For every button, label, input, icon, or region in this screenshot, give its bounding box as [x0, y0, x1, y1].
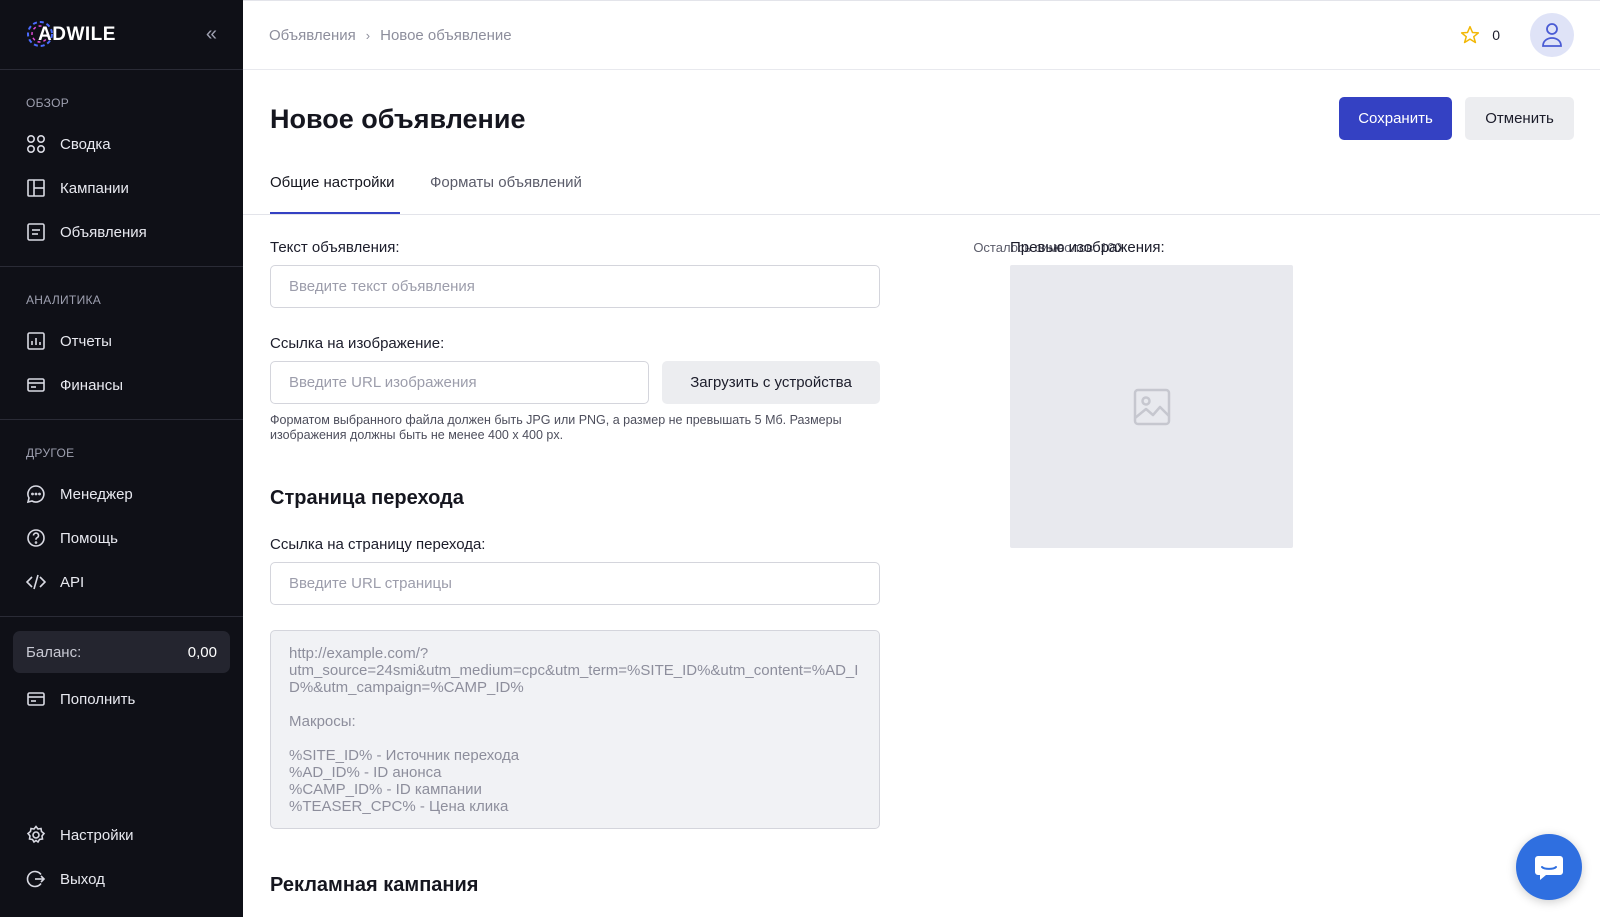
macros-textarea[interactable]: http://example.com/? utm_source=24smi&ut…: [270, 630, 880, 829]
image-url-input[interactable]: Введите URL изображения: [270, 361, 649, 404]
support-chat-button[interactable]: [1516, 834, 1582, 900]
ads-icon: [26, 222, 46, 242]
finance-icon: [26, 375, 46, 395]
sidebar-item-label: API: [60, 573, 85, 591]
chat-bubble-icon: [1535, 856, 1563, 880]
breadcrumb: Объявления › Новое объявление: [269, 27, 512, 44]
logout-icon: [26, 869, 46, 889]
sidebar-item-summary[interactable]: Сводка: [0, 122, 243, 166]
breadcrumb-item-current: Новое объявление: [380, 26, 512, 44]
sidebar-item-label: Кампании: [60, 179, 129, 197]
breadcrumb-item-ads[interactable]: Объявления: [269, 27, 356, 44]
section-title: АНАЛИТИКА: [26, 293, 102, 307]
ad-text-input[interactable]: Введите текст объявления: [270, 265, 880, 308]
cancel-button[interactable]: Отменить: [1465, 97, 1574, 140]
sidebar-item-help[interactable]: Помощь: [0, 516, 243, 560]
sidebar-item-label: Отчеты: [60, 332, 112, 350]
save-button[interactable]: Сохранить: [1339, 97, 1452, 140]
wallet-icon: [26, 689, 46, 709]
balance-box: Баланс: 0,00: [13, 631, 230, 673]
landing-url-label: Ссылка на страницу перехода:: [270, 536, 486, 553]
sidebar-item-ads[interactable]: Объявления: [0, 210, 243, 254]
sidebar-item-api[interactable]: API: [0, 560, 243, 604]
balance-value: 0,00: [187, 643, 217, 661]
brand-logo[interactable]: ADWILE: [26, 20, 116, 50]
sidebar-section-analytics: АНАЛИТИКА Отчеты Финансы: [0, 267, 243, 420]
topup-button[interactable]: Пополнить: [0, 677, 243, 721]
chat-icon: [26, 484, 46, 504]
sidebar-item-logout[interactable]: Выход: [0, 857, 243, 901]
image-format-note: Форматом выбранного файла должен быть JP…: [270, 413, 842, 442]
sidebar-section-other: ДРУГОЕ Менеджер Помощь API: [0, 420, 243, 617]
sidebar-item-manager[interactable]: Менеджер: [0, 472, 243, 516]
gear-icon: [26, 825, 46, 845]
image-preview: [1010, 265, 1293, 548]
help-icon: [26, 528, 46, 548]
campaigns-icon: [26, 178, 46, 198]
sidebar-item-label: Помощь: [60, 529, 118, 547]
campaign-heading: Рекламная кампания: [270, 874, 479, 896]
sidebar-item-reports[interactable]: Отчеты: [0, 319, 243, 363]
favorites-count: 0: [1492, 27, 1500, 43]
sidebar-item-finance[interactable]: Финансы: [0, 363, 243, 407]
image-link-label: Ссылка на изображение:: [270, 335, 445, 352]
sidebar-item-label: Настройки: [60, 826, 134, 844]
sidebar-item-label: Сводка: [60, 135, 111, 153]
collapse-sidebar-icon[interactable]: «: [206, 23, 217, 46]
sidebar-bottom: Настройки Выход: [0, 813, 243, 901]
topup-label: Пополнить: [60, 690, 136, 708]
sidebar-header: ADWILE «: [0, 0, 243, 70]
user-icon: [1542, 23, 1562, 47]
brand-name: ADWILE: [38, 23, 116, 45]
sidebar-item-campaigns[interactable]: Кампании: [0, 166, 243, 210]
sidebar-item-label: Объявления: [60, 223, 147, 241]
avatar[interactable]: [1530, 13, 1574, 57]
star-icon: [1461, 25, 1480, 44]
code-icon: [26, 572, 46, 592]
sidebar-section-overview: ОБЗОР Сводка Кампании Объявления: [0, 70, 243, 267]
upload-from-device-button[interactable]: Загрузить с устройства: [662, 361, 880, 404]
landing-url-input[interactable]: Введите URL страницы: [270, 562, 880, 605]
image-placeholder-icon: [1133, 388, 1170, 425]
chevron-right-icon: ›: [365, 27, 371, 43]
reports-icon: [26, 331, 46, 351]
landing-heading: Страница перехода: [270, 487, 464, 509]
top-header: Объявления › Новое объявление 0: [243, 0, 1600, 70]
dashboard-icon: [26, 134, 46, 154]
main-content: Новое объявление Сохранить Отменить Общи…: [243, 70, 1600, 917]
tab-general-settings[interactable]: Общие настройки: [270, 174, 400, 214]
sidebar-item-label: Менеджер: [60, 485, 133, 503]
section-title: ОБЗОР: [26, 96, 70, 110]
sidebar-item-label: Выход: [60, 870, 105, 888]
sidebar: ADWILE « ОБЗОР Сводка Кампании Объявлени…: [0, 0, 243, 917]
tabs: Общие настройки Форматы объявлений: [243, 168, 1600, 215]
sidebar-item-label: Финансы: [60, 376, 123, 394]
balance-label: Баланс:: [26, 643, 82, 661]
header-actions: 0: [1460, 13, 1574, 57]
page-title: Новое объявление: [270, 104, 526, 134]
section-title: ДРУГОЕ: [26, 446, 75, 460]
ad-text-label: Текст объявления:: [270, 239, 400, 256]
favorites[interactable]: 0: [1460, 25, 1500, 45]
preview-label: Превью изображения:: [1010, 239, 1165, 256]
sidebar-item-settings[interactable]: Настройки: [0, 813, 243, 857]
tab-ad-formats[interactable]: Форматы объявлений: [430, 174, 582, 214]
